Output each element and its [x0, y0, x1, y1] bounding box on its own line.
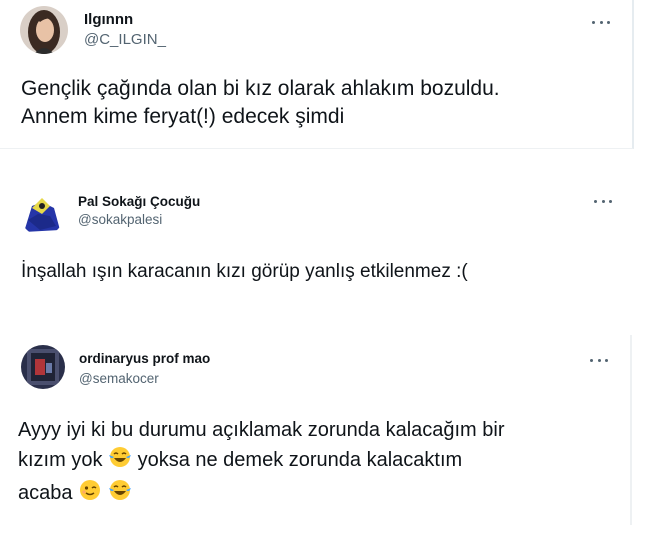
tweet-text-segment: yoksa ne demek zorunda kalacaktım: [137, 449, 463, 471]
tweet-text-segment: acaba: [18, 482, 73, 504]
more-options-icon[interactable]: [590, 357, 608, 363]
tweet-card-3: ordinaryus prof mao @semakocer Ayyy iyi …: [0, 335, 632, 525]
display-name[interactable]: ordinaryus prof mao: [79, 351, 210, 366]
tweet-text-line: Gençlik çağında olan bi kız olarak ahlak…: [21, 77, 500, 100]
tweet-text-line: acaba: [18, 478, 505, 511]
tweet-text: Ayyy iyi ki bu durumu açıklamak zorunda …: [18, 415, 505, 511]
more-options-icon[interactable]: [594, 198, 612, 204]
user-handle[interactable]: @sokakpalesi: [78, 212, 162, 227]
tears-of-joy-emoji: [108, 478, 132, 511]
tweet-text-line: Ayyy iyi ki bu durumu açıklamak zorunda …: [18, 419, 505, 441]
avatar[interactable]: [20, 6, 68, 54]
tweet-card-1: Ilgınnn @C_ILGIN_ Gençlik çağında olan b…: [0, 0, 634, 149]
user-handle[interactable]: @semakocer: [79, 371, 159, 386]
user-handle[interactable]: @C_ILGIN_: [84, 31, 166, 48]
tears-of-joy-emoji: [108, 445, 132, 478]
tweet-text-line: kızım yok yoksa ne demek zorunda kalacak…: [18, 445, 505, 478]
tweet-text-line: Annem kime feryat(!) edecek şimdi: [21, 105, 345, 129]
avatar[interactable]: [20, 192, 64, 236]
tweet-text: Gençlik çağında olan bi kız olarak ahlak…: [21, 75, 500, 132]
avatar[interactable]: [21, 345, 65, 389]
more-options-icon[interactable]: [592, 19, 610, 25]
tweet-text-segment: kızım yok: [18, 449, 103, 471]
tweet-text: İnşallah ışın karacanın kızı görüp yanlı…: [21, 259, 468, 285]
tweet-card-2: Pal Sokağı Çocuğu @sokakpalesi İnşallah …: [0, 175, 649, 315]
display-name[interactable]: Ilgınnn: [84, 11, 133, 28]
winking-face-emoji: [78, 478, 102, 511]
tweet-text-line: İnşallah ışın karacanın kızı görüp yanlı…: [21, 261, 468, 282]
display-name[interactable]: Pal Sokağı Çocuğu: [78, 194, 200, 209]
